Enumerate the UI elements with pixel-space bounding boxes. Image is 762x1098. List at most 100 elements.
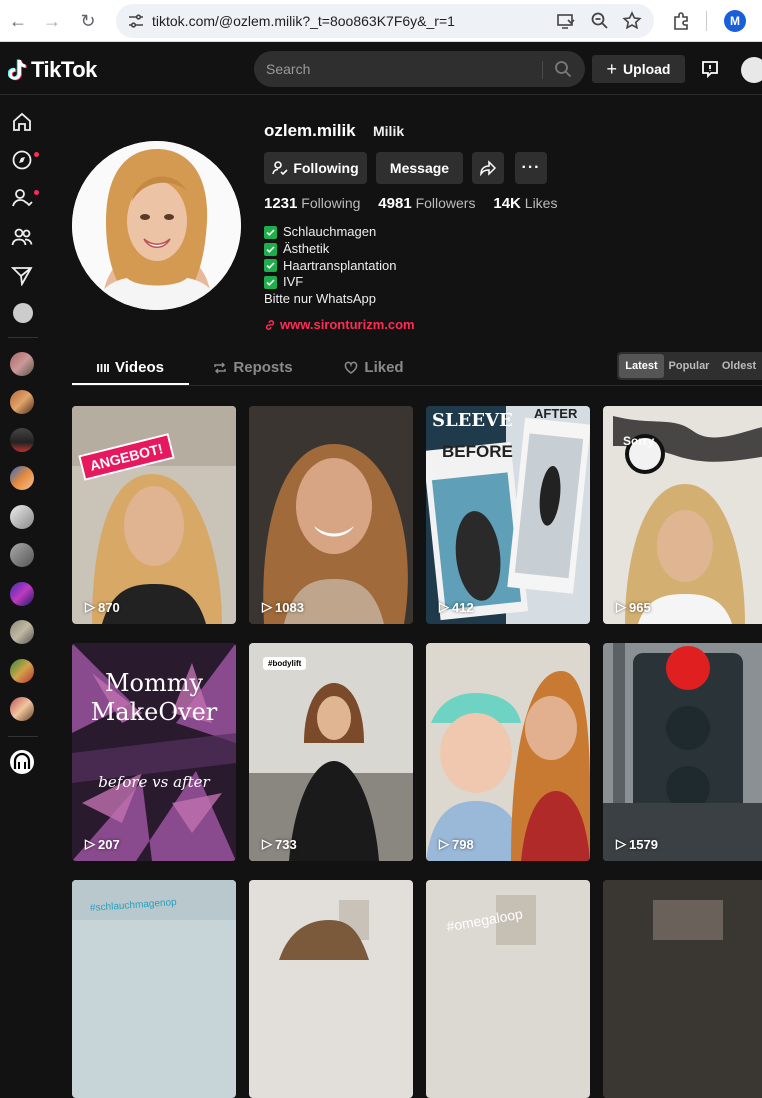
more-options-button[interactable]: ··· — [515, 152, 547, 184]
explore-compass-icon[interactable] — [11, 149, 33, 171]
tiktok-logo[interactable]: TikTok — [8, 57, 97, 83]
search-icon[interactable] — [554, 60, 572, 78]
profile-website-link[interactable]: www.sironturizm.com — [264, 317, 415, 332]
back-icon[interactable]: ← — [6, 9, 30, 33]
followers-count-label: Followers — [415, 195, 476, 211]
following-notification-dot — [34, 190, 39, 195]
video-card[interactable] — [603, 880, 762, 1098]
play-icon: ▷ — [439, 599, 449, 614]
site-info-icon[interactable] — [126, 11, 146, 31]
friends-icon[interactable] — [11, 226, 33, 248]
bio-line: IVF — [264, 274, 396, 291]
play-icon: ▷ — [616, 599, 626, 614]
share-button[interactable] — [472, 152, 504, 184]
browser-profile-avatar[interactable]: M — [724, 10, 746, 32]
reload-icon[interactable]: ↻ — [76, 9, 100, 33]
forward-icon[interactable]: → — [40, 9, 64, 33]
sort-oldest[interactable]: Oldest — [714, 354, 762, 378]
followed-account-avatar[interactable] — [10, 620, 34, 644]
sort-latest[interactable]: Latest — [619, 354, 664, 378]
video-card[interactable]: ▷ 1579 — [603, 643, 762, 861]
view-count-text: 1579 — [629, 836, 658, 852]
video-card[interactable]: ANGEBOT! ▷ 870 — [72, 406, 236, 624]
video-overlay-text: before vs after — [98, 773, 210, 791]
video-card[interactable]: #bodylift ▷ 733 — [249, 643, 413, 861]
liked-heart-icon — [345, 361, 358, 374]
user-avatar[interactable] — [741, 57, 762, 83]
bio-line: Bitte nur WhatsApp — [264, 291, 396, 308]
video-overlay-text: Mommy MakeOver — [90, 669, 218, 726]
followed-account-avatar[interactable] — [10, 543, 34, 567]
video-card[interactable]: Sorry ▷ 965 — [603, 406, 762, 624]
toolbar-divider — [706, 11, 707, 31]
message-button[interactable]: Message — [376, 152, 463, 184]
tab-liked[interactable]: Liked — [334, 350, 414, 385]
home-icon[interactable] — [11, 111, 33, 133]
play-icon: ▷ — [85, 599, 95, 614]
checkmark-icon — [264, 242, 277, 256]
video-card[interactable]: #schlauchmagenop — [72, 880, 236, 1098]
profile-bio: Schlauchmagen Ästhetik Haartransplantati… — [264, 224, 396, 308]
followed-account-avatar[interactable] — [10, 582, 34, 606]
followed-account-avatar[interactable] — [10, 428, 34, 452]
tab-reposts[interactable]: Reposts — [208, 350, 298, 385]
following-count[interactable]: 1231 — [264, 195, 297, 212]
live-studio-icon[interactable] — [10, 750, 34, 774]
view-count-text: 965 — [629, 599, 651, 615]
tab-videos[interactable]: Videos — [72, 350, 189, 385]
view-count-text: 798 — [452, 836, 474, 852]
bookmark-star-icon[interactable] — [622, 11, 642, 31]
video-card[interactable]: ▷ 798 — [426, 643, 590, 861]
zoom-icon[interactable] — [590, 11, 610, 31]
videos-grid-icon — [97, 363, 109, 372]
video-overlay-text: BEFORE — [442, 442, 513, 461]
video-view-count: ▷ 1083 — [262, 599, 304, 615]
active-tab-underline — [72, 383, 189, 385]
bio-line: Haartransplantation — [264, 258, 396, 275]
messages-send-icon[interactable] — [11, 264, 33, 286]
share-arrow-icon — [480, 160, 496, 176]
followed-account-avatar[interactable] — [10, 659, 34, 683]
video-view-count: ▷ 870 — [85, 599, 120, 615]
address-bar[interactable]: tiktok.com/@ozlem.milik?_t=8oo863K7F6y&_… — [116, 4, 654, 38]
user-check-icon — [272, 161, 288, 176]
bio-text: Bitte nur WhatsApp — [264, 291, 376, 307]
play-icon: ▷ — [439, 836, 449, 851]
checkmark-icon — [264, 259, 277, 273]
browser-toolbar: ← → ↻ tiktok.com/@ozlem.milik?_t=8oo863K… — [0, 0, 762, 42]
inbox-icon[interactable] — [700, 59, 720, 79]
play-icon: ▷ — [85, 836, 95, 851]
sort-popular[interactable]: Popular — [665, 354, 713, 378]
video-overlay-text: Sorry — [623, 434, 655, 448]
extensions-icon[interactable] — [671, 10, 693, 32]
followed-account-avatar[interactable] — [10, 390, 34, 414]
bio-line: Ästhetik — [264, 241, 396, 258]
play-icon: ▷ — [262, 836, 272, 851]
url-text[interactable]: tiktok.com/@ozlem.milik?_t=8oo863K7F6y&_… — [152, 13, 455, 29]
profile-nickname: Milik — [373, 123, 405, 139]
followers-count[interactable]: 4981 — [378, 195, 411, 212]
following-button[interactable]: Following — [264, 152, 367, 184]
followed-account-avatar[interactable] — [10, 466, 34, 490]
followed-account-avatar[interactable] — [10, 352, 34, 376]
tiktok-header: TikTok Search + Upload — [0, 43, 762, 95]
view-count-text: 412 — [452, 599, 474, 615]
profile-picture — [72, 141, 241, 310]
video-view-count: ▷ 207 — [85, 836, 120, 852]
following-users-icon[interactable] — [11, 187, 33, 209]
video-overlay-text: AFTER — [534, 406, 578, 421]
video-card[interactable]: #omegaloop — [426, 880, 590, 1098]
video-card[interactable]: SLEEVE BEFORE AFTER ▷ 412 — [426, 406, 590, 624]
video-card[interactable] — [249, 880, 413, 1098]
followed-account-avatar[interactable] — [10, 505, 34, 529]
tiktok-note-icon — [8, 59, 27, 81]
profile-nav-avatar[interactable] — [13, 303, 33, 323]
video-card[interactable]: ▷ 1083 — [249, 406, 413, 624]
search-input[interactable]: Search — [254, 51, 585, 87]
profile-stats: 1231 Following 4981 Followers 14K Likes — [264, 195, 571, 212]
link-icon — [265, 319, 275, 330]
followed-account-avatar[interactable] — [10, 697, 34, 721]
install-app-icon[interactable] — [556, 11, 576, 31]
video-card[interactable]: Mommy MakeOver before vs after ▷ 207 — [72, 643, 236, 861]
upload-button[interactable]: + Upload — [592, 55, 685, 83]
